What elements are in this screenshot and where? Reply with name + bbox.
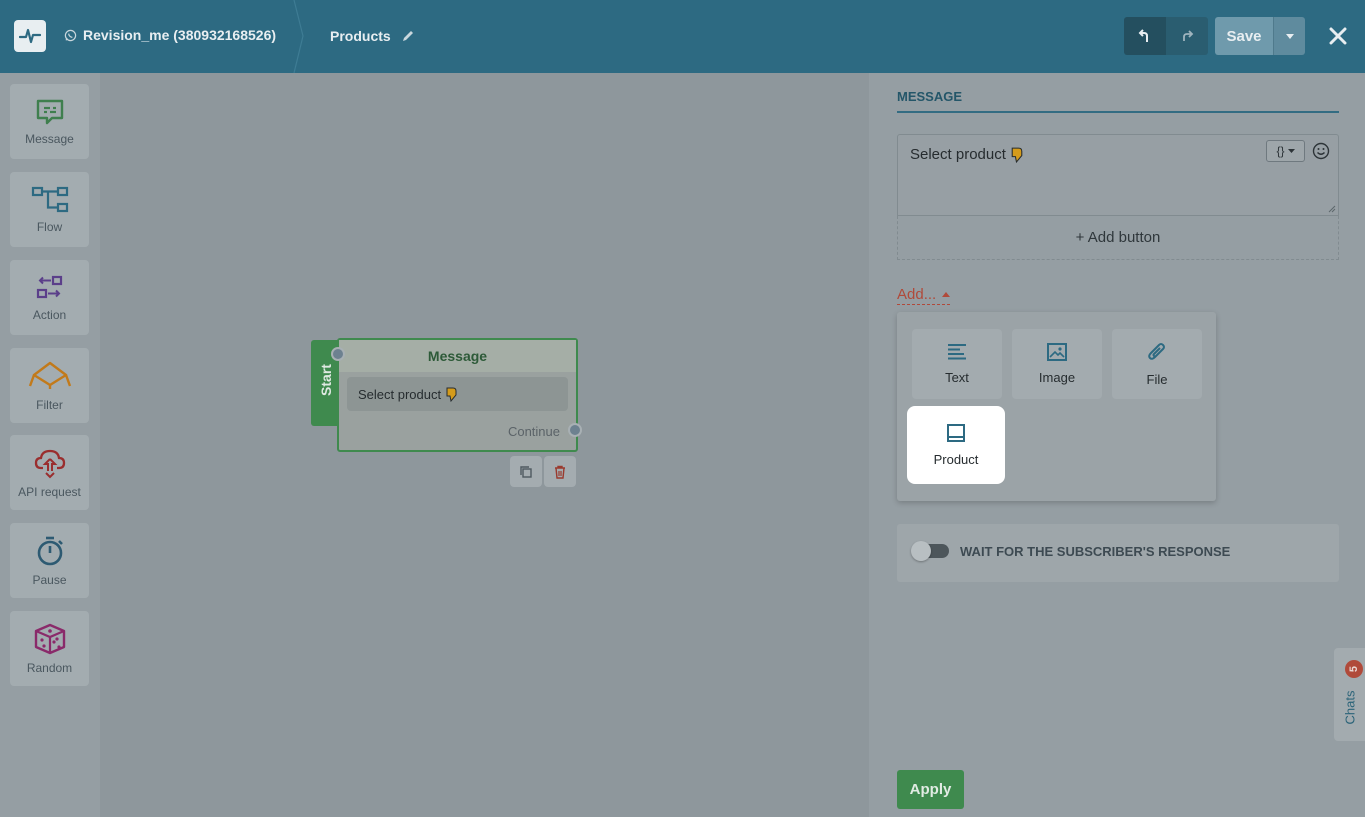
tab-underline bbox=[897, 111, 1339, 113]
emoji-icon[interactable] bbox=[1312, 142, 1330, 160]
delete-node-button[interactable] bbox=[544, 456, 576, 487]
caret-up-icon bbox=[942, 292, 951, 297]
trash-icon bbox=[555, 465, 565, 479]
node-input-port[interactable] bbox=[331, 347, 345, 361]
add-content-dropdown[interactable]: Add... bbox=[897, 286, 951, 305]
node-continue-label: Continue bbox=[507, 424, 560, 439]
save-options-button[interactable] bbox=[1273, 17, 1305, 55]
variables-button[interactable]: {} bbox=[1266, 140, 1305, 162]
message-text-value: Select product bbox=[910, 146, 1006, 163]
copy-icon bbox=[520, 465, 532, 478]
whatsapp-icon bbox=[64, 29, 77, 41]
add-option-label: Product bbox=[933, 452, 979, 467]
palette-item-random[interactable]: Random bbox=[10, 611, 89, 686]
resize-handle-icon[interactable] bbox=[1328, 205, 1336, 213]
breadcrumb-divider bbox=[293, 0, 304, 73]
add-option-label: File bbox=[1146, 372, 1168, 387]
close-button[interactable] bbox=[1324, 22, 1352, 50]
flow-name-label: Products bbox=[330, 28, 391, 44]
message-icon bbox=[36, 99, 63, 124]
add-product-option[interactable]: Product bbox=[911, 410, 1001, 480]
chats-label: Chats bbox=[1342, 690, 1358, 725]
node-message-text: Select product bbox=[358, 386, 442, 402]
pencil-icon[interactable] bbox=[401, 29, 415, 43]
add-content-menu: Text Image File Product bbox=[897, 312, 1216, 501]
cloud-api-icon bbox=[34, 449, 65, 478]
image-icon bbox=[1047, 343, 1067, 361]
node-title: Message bbox=[339, 340, 576, 372]
save-button[interactable]: Save bbox=[1215, 17, 1273, 55]
close-icon bbox=[1329, 27, 1347, 45]
add-option-label: Image bbox=[1038, 370, 1076, 385]
variables-label: {} bbox=[1276, 144, 1285, 158]
wait-response-label: WAIT FOR THE SUBSCRIBER'S RESPONSE bbox=[960, 544, 1231, 559]
flow-name[interactable]: Products bbox=[330, 28, 415, 44]
message-text: Select product bbox=[910, 146, 1024, 163]
wait-response-toggle[interactable] bbox=[911, 541, 949, 561]
pointing-hand-icon bbox=[1011, 147, 1023, 163]
bot-name[interactable]: Revision_me (380932168526) bbox=[64, 27, 276, 43]
palette-item-pause[interactable]: Pause bbox=[10, 523, 89, 598]
pulse-logo-icon[interactable] bbox=[14, 20, 46, 52]
caret-down-icon bbox=[1285, 33, 1294, 39]
bot-name-label: Revision_me (380932168526) bbox=[83, 27, 277, 43]
add-file-option[interactable]: File bbox=[1112, 329, 1202, 399]
add-button[interactable]: + Add button bbox=[897, 216, 1339, 260]
node-output-port[interactable] bbox=[568, 423, 582, 437]
redo-icon bbox=[1183, 30, 1194, 41]
filter-icon bbox=[28, 361, 71, 389]
dice-icon bbox=[34, 623, 65, 654]
redo-button[interactable] bbox=[1166, 17, 1208, 55]
tab-message[interactable]: MESSAGE bbox=[897, 89, 962, 104]
palette-item-flow[interactable]: Flow bbox=[10, 172, 89, 247]
apply-button[interactable]: Apply bbox=[897, 770, 964, 809]
wait-response-setting: WAIT FOR THE SUBSCRIBER'S RESPONSE bbox=[897, 524, 1339, 582]
stopwatch-icon bbox=[37, 536, 63, 565]
start-label: Start bbox=[318, 364, 334, 396]
palette-item-label: API request bbox=[18, 484, 81, 499]
palette-item-label: Filter bbox=[36, 397, 63, 412]
palette-item-label: Action bbox=[32, 307, 67, 322]
action-icon bbox=[36, 275, 62, 298]
message-node[interactable]: Message Select product Continue bbox=[337, 338, 578, 452]
paperclip-icon bbox=[1148, 343, 1165, 360]
add-text-option[interactable]: Text bbox=[912, 329, 1002, 399]
palette-item-action[interactable]: Action bbox=[10, 260, 89, 335]
node-message-bubble: Select product bbox=[347, 377, 568, 411]
add-option-label: Text bbox=[945, 370, 969, 385]
palette-item-api-request[interactable]: API request bbox=[10, 435, 89, 510]
undo-icon bbox=[1138, 29, 1148, 42]
top-bar: Revision_me (380932168526) Products Save bbox=[0, 0, 1365, 73]
caret-down-icon bbox=[1287, 149, 1295, 153]
palette-item-label: Random bbox=[26, 660, 73, 675]
palette-item-filter[interactable]: Filter bbox=[10, 348, 89, 423]
flow-icon bbox=[31, 186, 68, 212]
add-content-label: Add... bbox=[897, 286, 937, 303]
save-group: Save bbox=[1215, 17, 1305, 55]
history-buttons bbox=[1124, 17, 1208, 55]
palette-item-label: Pause bbox=[32, 572, 67, 587]
product-icon bbox=[947, 424, 965, 442]
duplicate-node-button[interactable] bbox=[510, 456, 542, 487]
pointing-hand-icon bbox=[446, 387, 457, 402]
palette-item-message[interactable]: Message bbox=[10, 84, 89, 159]
undo-button[interactable] bbox=[1124, 17, 1166, 55]
chats-count-badge: 5 bbox=[1345, 660, 1363, 678]
palette-item-label: Message bbox=[25, 131, 74, 146]
palette-item-label: Flow bbox=[36, 219, 63, 234]
text-lines-icon bbox=[948, 344, 966, 360]
add-image-option[interactable]: Image bbox=[1012, 329, 1102, 399]
